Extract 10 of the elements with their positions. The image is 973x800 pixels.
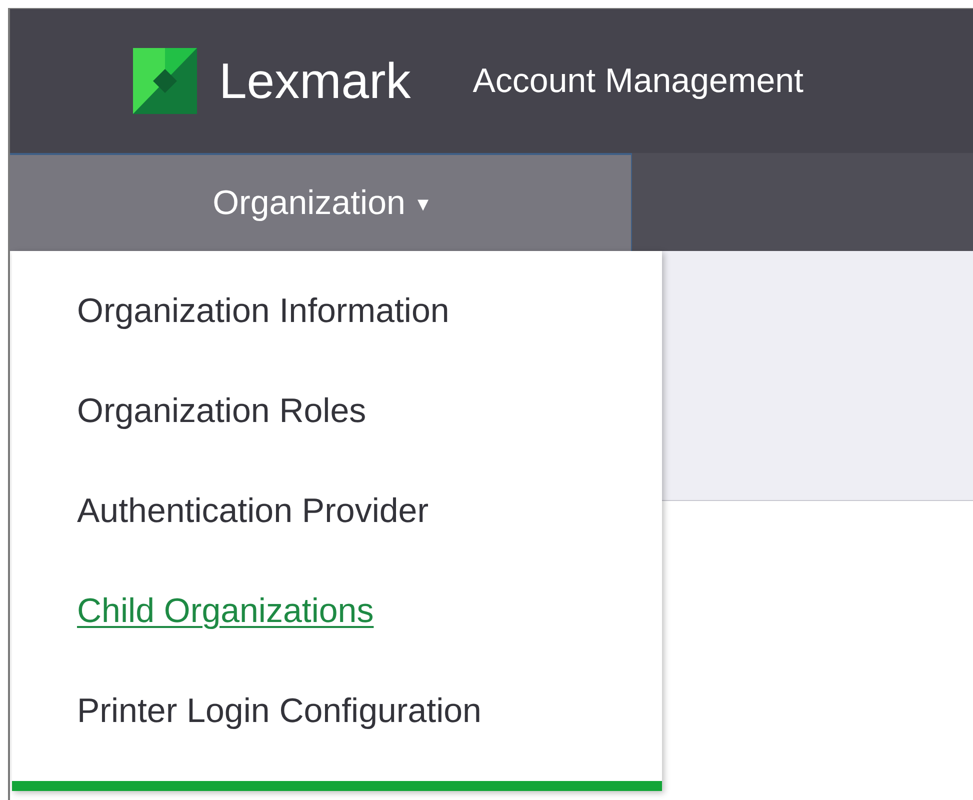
nav-tab[interactable]: Organization ▾ [10, 153, 632, 251]
logo-icon [133, 48, 197, 114]
app-title: Account Management [472, 64, 804, 98]
menu-item[interactable]: Printer Login Configuration [77, 686, 482, 736]
menu-item[interactable]: Organization Information [77, 286, 450, 336]
brand-name: Lexmark [219, 56, 411, 106]
menu-item[interactable]: Child Organizations [77, 586, 374, 636]
menu-item[interactable]: Authentication Provider [77, 486, 429, 536]
menu-item[interactable]: Organization Roles [77, 386, 366, 436]
caret-icon: ▾ [417, 186, 428, 220]
